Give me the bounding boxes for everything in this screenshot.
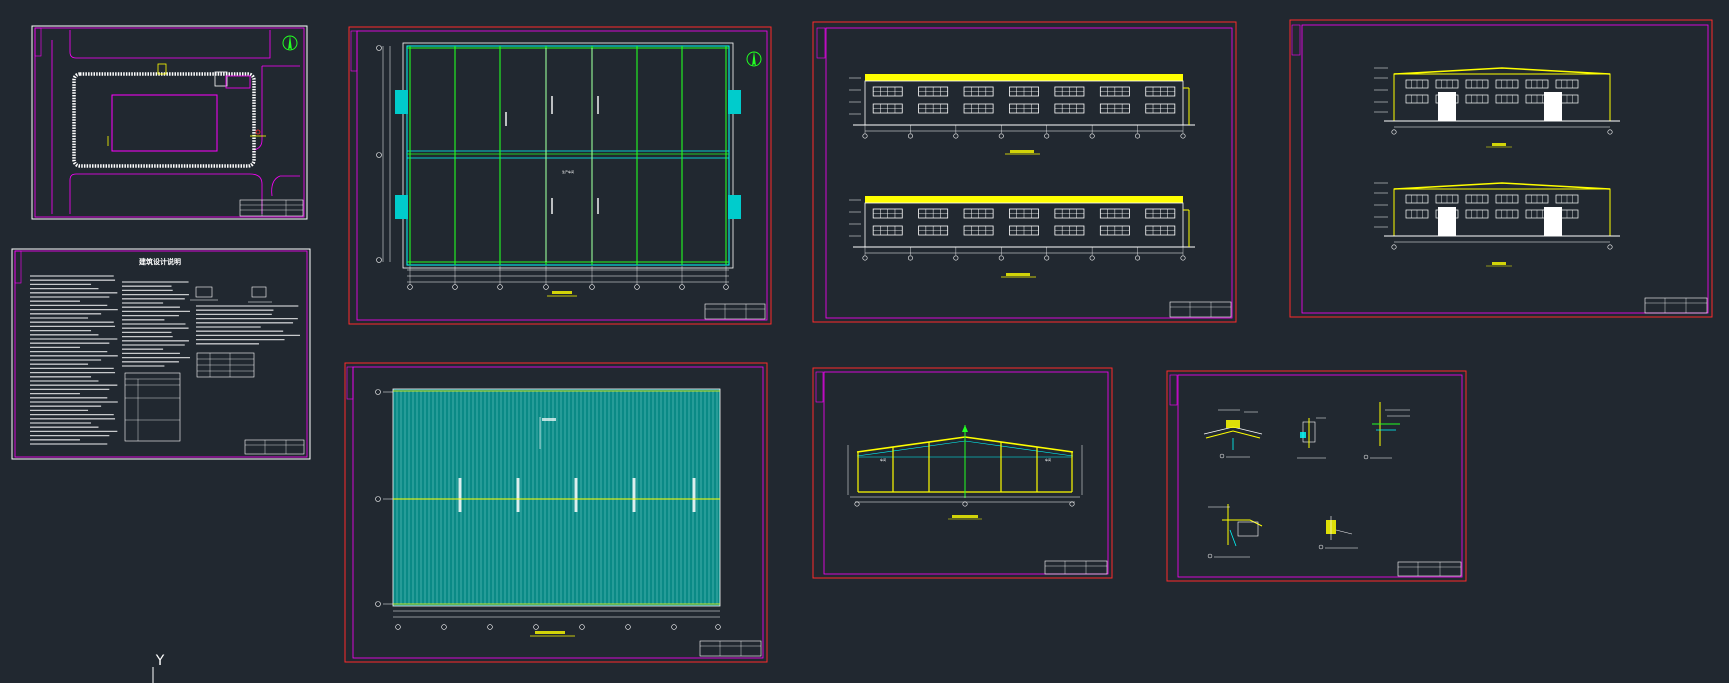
cad-model-space[interactable]: 建筑设计说明 生产车间 车间 车间 Y (0, 0, 1729, 683)
parapet (865, 196, 1183, 203)
roof-slope-label (632, 478, 636, 512)
ucs-y-label: Y (155, 653, 165, 669)
notes-sheet-title: 建筑设计说明 (139, 257, 181, 266)
door (1544, 207, 1562, 236)
model-space-background (0, 0, 1729, 683)
roof-slope-label (692, 478, 696, 512)
roof-panel-ribs (396, 391, 718, 604)
parapet (865, 74, 1183, 81)
room-label: 生产车间 (562, 169, 574, 174)
door (1438, 92, 1456, 121)
door (1544, 92, 1562, 121)
roof-slope-label (458, 478, 462, 512)
sheet-roof-plan[interactable] (344, 362, 768, 663)
section-room-label-2: 车间 (1045, 457, 1051, 462)
section-room-label-1: 车间 (880, 457, 886, 462)
roof-slope-label (574, 478, 578, 512)
door (1438, 207, 1456, 236)
roof-slope-label (516, 478, 520, 512)
